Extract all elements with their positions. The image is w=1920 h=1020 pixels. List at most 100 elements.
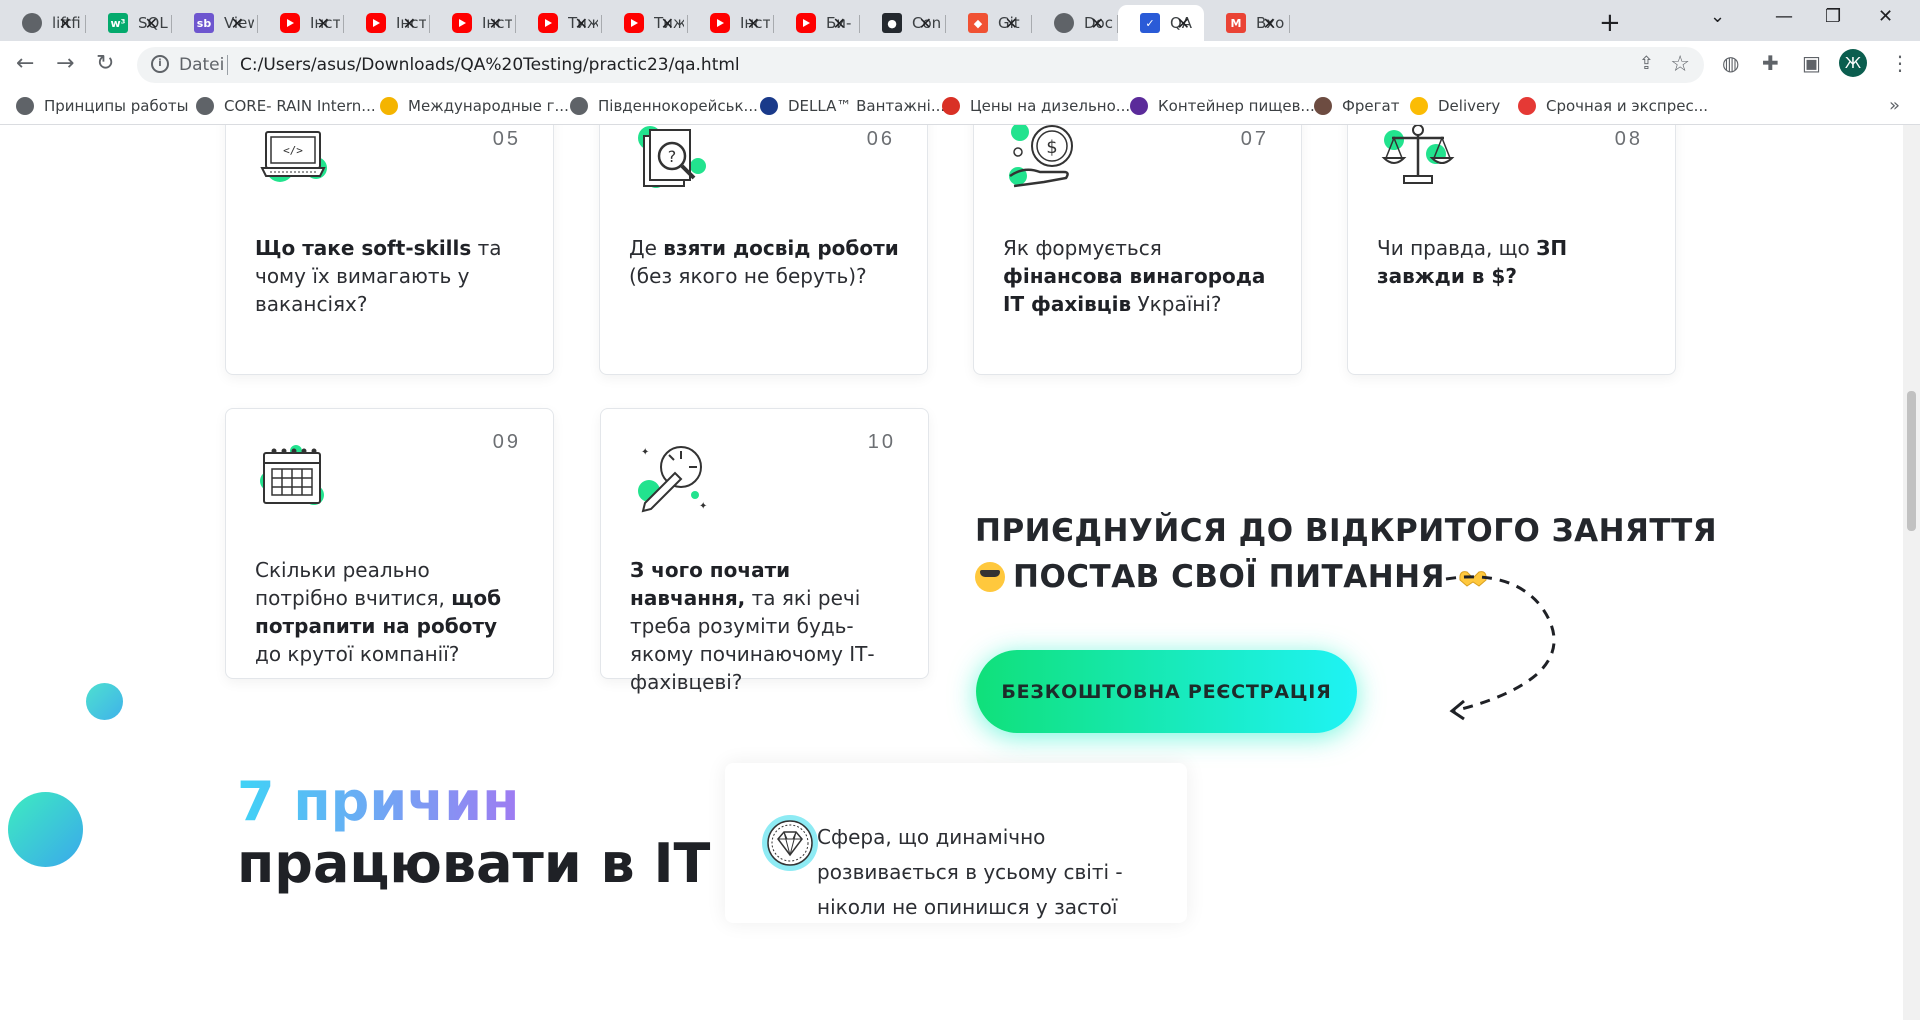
close-tab-icon[interactable]: ✕ <box>1263 14 1276 33</box>
bookmark-item[interactable]: Delivery <box>1410 97 1500 115</box>
bookmark-item[interactable]: DELLA™ Вантажні... <box>760 97 945 115</box>
browser-tab[interactable]: Би- ✕ <box>774 5 860 41</box>
bookmark-label: Контейнер пищев... <box>1158 97 1315 115</box>
browser-tab[interactable]: Інст ✕ <box>258 5 344 41</box>
vpn-globe-icon[interactable]: ◍ <box>1722 51 1739 75</box>
bookmark-item[interactable]: Срочная и экспрес... <box>1518 97 1708 115</box>
youtube-icon <box>366 13 386 33</box>
browser-tab[interactable]: ◆ Git ✕ <box>946 5 1032 41</box>
bookmark-favicon-icon <box>1410 97 1428 115</box>
topic-card-07: 07 $ Як формується фінансова винагорода … <box>973 125 1302 375</box>
topic-card-10: 10 ✦ ✦ З чого почати навчання, та які ре… <box>600 408 929 694</box>
close-tab-icon[interactable]: ✕ <box>661 14 674 33</box>
page-scrollbar[interactable] <box>1903 125 1920 1020</box>
close-tab-icon[interactable]: ✕ <box>747 14 760 33</box>
bookmark-favicon-icon <box>380 97 398 115</box>
decorative-circle-large <box>8 792 83 867</box>
browser-tab[interactable]: Інст ✕ <box>430 5 516 41</box>
cta-line-2: ПОСТАВ СВОЇ ПИТАННЯ <box>1013 559 1445 595</box>
bookmark-item[interactable]: CORE- RAIN Intern... <box>196 97 376 115</box>
close-tab-icon[interactable]: ✕ <box>919 14 932 33</box>
bookmark-favicon-icon <box>1314 97 1332 115</box>
topic-card-09: 09 Скільки реально потрібно вчитися, щоб… <box>225 408 554 679</box>
bookmark-label: Фрегат <box>1342 97 1400 115</box>
free-registration-button[interactable]: БЕЗКОШТОВНА РЕЄСТРАЦІЯ <box>976 650 1357 733</box>
close-tab-icon[interactable]: ✕ <box>1091 14 1104 33</box>
profile-avatar[interactable]: Ж <box>1839 49 1867 77</box>
cta-line-2-wrap: ПОСТАВ СВОЇ ПИТАННЯ <box>975 554 1717 600</box>
bookmark-star-icon[interactable]: ☆ <box>1670 52 1690 77</box>
more-bookmarks-icon[interactable]: » <box>1889 95 1900 116</box>
card-number: 10 <box>867 431 896 453</box>
bookmark-item[interactable]: Фрегат <box>1314 97 1399 115</box>
card-text: Як формується фінансова винагорода ІТ фа… <box>1003 234 1273 318</box>
url-text[interactable]: C:/Users/asus/Downloads/QA%20Testing/pra… <box>240 55 740 75</box>
laptop-code-icon: </> <box>260 131 327 182</box>
close-tab-icon[interactable]: ✕ <box>489 14 502 33</box>
reload-icon[interactable]: ↻ <box>96 51 114 76</box>
close-tab-icon[interactable]: ✕ <box>317 14 330 33</box>
minimize-icon[interactable]: — <box>1775 6 1793 27</box>
close-tab-icon[interactable]: ✕ <box>403 14 416 33</box>
close-tab-icon[interactable]: ✕ <box>1005 14 1018 33</box>
bookmark-label: Південнокорейськ... <box>598 97 758 115</box>
browser-tab[interactable]: sb View ✕ <box>172 5 258 41</box>
restore-icon[interactable]: ❐ <box>1825 6 1841 27</box>
browser-tab[interactable]: M Вхо ✕ <box>1204 5 1290 41</box>
browser-tab[interactable]: w³ SQL ✕ <box>86 5 172 41</box>
bookmark-label: Срочная и экспрес... <box>1546 97 1708 115</box>
close-window-icon[interactable]: ✕ <box>1878 6 1893 27</box>
bookmark-label: DELLA™ Вантажні... <box>788 97 946 115</box>
bookmark-item[interactable]: Цены на дизельно... <box>942 97 1130 115</box>
bookmark-item[interactable]: Международные г... <box>380 97 569 115</box>
document-search-icon: ? <box>638 126 706 188</box>
site-info-icon[interactable]: i <box>151 55 169 73</box>
browser-tab[interactable]: Doc ✕ <box>1032 5 1118 41</box>
forward-icon[interactable]: → <box>56 51 74 76</box>
reasons-title-rest: працювати в IT <box>237 832 711 895</box>
back-icon[interactable]: ← <box>16 51 34 76</box>
share-icon[interactable]: ⇪ <box>1639 53 1654 74</box>
bookmark-label: Международные г... <box>408 97 569 115</box>
omnibox[interactable]: i Datei C:/Users/asus/Downloads/QA%20Tes… <box>137 47 1704 83</box>
svg-text:</>: </> <box>283 144 303 157</box>
scheme-label: Datei <box>179 55 225 75</box>
browser-tab[interactable]: liftfi ✕ <box>0 5 86 41</box>
bookmark-item[interactable]: Принципы работы <box>16 97 188 115</box>
card-number: 09 <box>492 431 521 453</box>
youtube-icon <box>624 13 644 33</box>
tab-separator <box>1289 15 1290 33</box>
menu-icon[interactable]: ⋮ <box>1890 51 1910 75</box>
browser-tab[interactable]: ✓ QA ✕ <box>1118 5 1204 41</box>
browser-tab[interactable]: ● Con ✕ <box>860 5 946 41</box>
cta-heading: ПРИЄДНУЙСЯ ДО ВІДКРИТОГО ЗАНЯТТЯ ПОСТАВ … <box>975 508 1717 600</box>
card-number: 07 <box>1240 128 1269 150</box>
close-tab-icon[interactable]: ✕ <box>59 14 72 33</box>
bookmark-favicon-icon <box>1518 97 1536 115</box>
scrollbar-thumb[interactable] <box>1907 391 1916 531</box>
new-tab-button[interactable]: + <box>1599 8 1621 38</box>
browser-tab[interactable]: Інст ✕ <box>688 5 774 41</box>
bookmark-item[interactable]: Південнокорейськ... <box>570 97 758 115</box>
dashed-arrow-icon <box>1445 575 1556 721</box>
youtube-icon <box>280 13 300 33</box>
browser-tab[interactable]: Інст ✕ <box>344 5 430 41</box>
bookmark-label: Цены на дизельно... <box>970 97 1131 115</box>
tab-search-icon[interactable]: ⌄ <box>1710 6 1725 27</box>
svg-text:?: ? <box>668 147 677 166</box>
close-tab-icon[interactable]: ✕ <box>1177 14 1190 33</box>
close-tab-icon[interactable]: ✕ <box>231 14 244 33</box>
close-tab-icon[interactable]: ✕ <box>575 14 588 33</box>
tab-strip: liftfi ✕ w³ SQL ✕ sb View ✕ Інст ✕ Інст ✕ Інст ✕ Тиж ✕ Т… <box>0 0 1920 41</box>
money-hand-icon: $ <box>1009 125 1073 188</box>
close-tab-icon[interactable]: ✕ <box>145 14 158 33</box>
browser-tab[interactable]: Тиж ✕ <box>516 5 602 41</box>
w3schools-icon: w³ <box>108 13 128 33</box>
diamond-badge-icon <box>762 815 818 871</box>
bookmark-item[interactable]: Контейнер пищев... <box>1130 97 1315 115</box>
close-tab-icon[interactable]: ✕ <box>833 14 846 33</box>
browser-tab[interactable]: Тиж ✕ <box>602 5 688 41</box>
side-panel-icon[interactable]: ▣ <box>1802 51 1821 75</box>
extensions-icon[interactable]: ✚ <box>1762 51 1779 75</box>
qa-icon: ✓ <box>1140 13 1160 33</box>
